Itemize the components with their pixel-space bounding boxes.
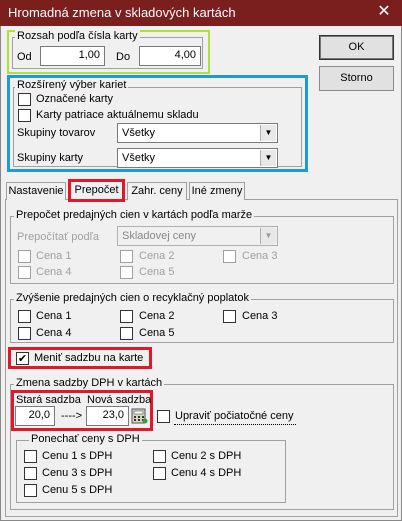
extended-group-label: Rozšírený výber kariet [15, 79, 129, 91]
chevron-down-icon: ▼ [260, 125, 276, 141]
vat-arrow: ----> [61, 410, 83, 422]
recycling-price5-checkbox[interactable] [120, 327, 133, 340]
recalc-price3-checkbox[interactable] [223, 250, 236, 263]
adjust-initial-checkbox[interactable] [157, 410, 170, 423]
vat-old-input[interactable]: 20,0 [15, 406, 55, 426]
goods-group-label: Skupiny tovarov [17, 127, 96, 139]
current-warehouse-label: Karty patriace aktuálnemu skladu [36, 109, 199, 121]
tab-zahr-ceny[interactable]: Zahr. ceny [127, 182, 187, 200]
marked-cards-checkbox[interactable] [18, 93, 31, 106]
recalc-basis-select[interactable]: Skladovej ceny ▼ [117, 226, 278, 246]
recalc-price1-label: Cena 1 [36, 250, 72, 262]
keep-vat-group-label: Ponechať ceny s DPH [29, 433, 142, 445]
goods-group-value: Všetky [122, 127, 156, 139]
keep-price5-label: Cenu 5 s DPH [42, 484, 113, 496]
recalc-price3-label: Cena 3 [242, 250, 278, 262]
keep-price2-label: Cenu 2 s DPH [171, 450, 242, 462]
marked-cards-label: Označené karty [36, 93, 114, 105]
recalc-price2-checkbox[interactable] [120, 250, 133, 263]
recalc-price5-label: Cena 5 [139, 266, 175, 278]
keep-price2-checkbox[interactable] [153, 450, 166, 463]
vat-new-label: Nová sadzba [87, 394, 152, 406]
recalc-basis-label: Prepočítať podľa [17, 231, 99, 243]
range-from-label: Od [17, 51, 32, 63]
calculator-icon[interactable] [131, 407, 148, 425]
close-button[interactable]: ✕ [372, 1, 396, 23]
goods-group-select[interactable]: Všetky ▼ [117, 123, 278, 143]
ok-button[interactable]: OK [319, 35, 394, 60]
window-title: Hromadná zmena v skladových kartách [8, 5, 236, 20]
adjust-initial-label: Upraviť počiatočné ceny [175, 410, 294, 422]
tab-prepocet[interactable]: Prepočet [68, 179, 125, 202]
vat-group-label: Zmena sadzby DPH v kartách [14, 377, 165, 389]
vat-new-input[interactable]: 23,0 [86, 406, 129, 426]
recycling-price1-label: Cena 1 [36, 310, 72, 322]
range-to-label: Do [116, 51, 131, 63]
recycling-group-label: Zvýšenie predajných cien o recyklačný po… [14, 292, 251, 304]
recalc-basis-value: Skladovej ceny [122, 230, 196, 242]
recycling-price3-label: Cena 3 [242, 310, 278, 322]
range-to-input[interactable]: 4,00 [139, 46, 201, 66]
recycling-price4-label: Cena 4 [36, 327, 72, 339]
tab-nastavenie[interactable]: Nastavenie [6, 182, 66, 200]
recalc-price2-label: Cena 2 [139, 250, 175, 262]
recycling-price4-checkbox[interactable] [18, 327, 31, 340]
change-rate-checkbox[interactable]: ✔ [16, 352, 29, 365]
focus-dotted-line [174, 424, 296, 425]
recycling-price2-label: Cena 2 [139, 310, 175, 322]
current-warehouse-checkbox[interactable] [18, 109, 31, 122]
tab-ine-zmeny[interactable]: Iné zmeny [189, 182, 245, 200]
title-bar: Hromadná zmena v skladových kartách ✕ [0, 0, 402, 26]
cancel-button[interactable]: Storno [319, 66, 394, 91]
recalc-price5-checkbox[interactable] [120, 266, 133, 279]
recalc-price4-checkbox[interactable] [18, 266, 31, 279]
range-from-input[interactable]: 1,00 [40, 46, 105, 66]
recycling-price3-checkbox[interactable] [223, 310, 236, 323]
vat-old-label: Stará sadzba [16, 394, 81, 406]
keep-price5-checkbox[interactable] [24, 484, 37, 497]
range-group-label: Rozsah podľa čísla karty [15, 30, 140, 42]
recycling-price1-checkbox[interactable] [18, 310, 31, 323]
chevron-down-icon: ▼ [260, 228, 276, 244]
change-rate-label: Meniť sadzbu na karte [34, 352, 144, 364]
keep-price3-label: Cenu 3 s DPH [42, 467, 113, 479]
recalc-group-label: Prepočet predajných cien v kartách podľa… [14, 209, 255, 221]
keep-price1-checkbox[interactable] [24, 450, 37, 463]
card-group-value: Všetky [122, 152, 156, 164]
recycling-price5-label: Cena 5 [139, 327, 175, 339]
recycling-price2-checkbox[interactable] [120, 310, 133, 323]
card-group-select[interactable]: Všetky ▼ [117, 148, 278, 168]
keep-price4-checkbox[interactable] [153, 467, 166, 480]
recalc-price1-checkbox[interactable] [18, 250, 31, 263]
recalc-price4-label: Cena 4 [36, 266, 72, 278]
keep-price4-label: Cenu 4 s DPH [171, 467, 242, 479]
chevron-down-icon: ▼ [260, 150, 276, 166]
keep-price1-label: Cenu 1 s DPH [42, 450, 113, 462]
keep-price3-checkbox[interactable] [24, 467, 37, 480]
card-group-label: Skupiny karty [17, 152, 84, 164]
